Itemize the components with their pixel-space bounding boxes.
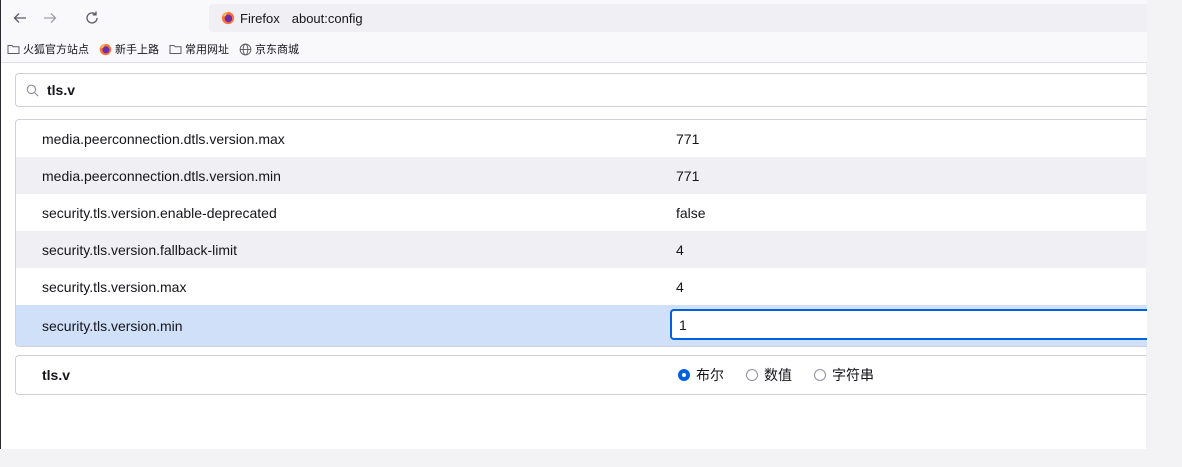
pref-name: security.tls.version.max <box>42 278 187 295</box>
search-input[interactable] <box>45 81 949 99</box>
back-button[interactable] <box>7 5 33 31</box>
pref-value[interactable]: 4 <box>676 279 684 295</box>
pref-name: media.peerconnection.dtls.version.max <box>42 130 285 147</box>
radio-label: 数值 <box>764 367 792 383</box>
pref-value[interactable]: 4 <box>676 242 684 258</box>
pref-type-radio-group: 布尔 数值 字符串 <box>678 365 896 385</box>
bookmark-label: 常用网址 <box>185 43 229 56</box>
pref-row[interactable]: security.tls.version.fallback-limit 4 <box>16 231 1147 268</box>
bookmark-label: 火狐官方站点 <box>23 43 89 56</box>
pref-row[interactable]: media.peerconnection.dtls.version.min 77… <box>16 157 1147 194</box>
pref-row[interactable]: security.tls.version.enable-deprecated f… <box>16 194 1147 231</box>
new-pref-name: tls.v <box>42 367 71 383</box>
pref-search-box[interactable] <box>15 73 1147 107</box>
pref-value[interactable]: 771 <box>676 168 699 184</box>
add-pref-row: tls.v 布尔 数值 字符串 <box>15 355 1147 395</box>
pref-value[interactable]: 771 <box>676 131 699 147</box>
folder-icon <box>169 45 182 54</box>
bookmark-item-1[interactable]: 新手上路 <box>99 39 159 59</box>
radio-unchecked-icon <box>814 369 826 381</box>
pref-row[interactable]: media.peerconnection.dtls.version.max 77… <box>16 120 1147 157</box>
pref-row-selected[interactable]: security.tls.version.min <box>16 305 1147 346</box>
reload-icon <box>86 11 98 24</box>
nav-bar: Firefox about:config <box>1 0 1147 36</box>
radio-boolean[interactable]: 布尔 <box>678 365 724 385</box>
folder-icon <box>7 45 20 54</box>
identity-box[interactable]: Firefox <box>221 8 288 28</box>
pref-name: security.tls.version.enable-deprecated <box>42 204 277 221</box>
radio-unchecked-icon <box>746 369 758 381</box>
radio-number[interactable]: 数值 <box>746 365 792 385</box>
url-text[interactable]: about:config <box>292 11 363 26</box>
radio-label: 字符串 <box>832 367 874 383</box>
search-icon <box>26 84 39 96</box>
identity-label: Firefox <box>240 10 280 26</box>
reload-button[interactable] <box>79 5 105 31</box>
bookmark-item-2[interactable]: 常用网址 <box>169 39 229 59</box>
radio-label: 布尔 <box>696 367 724 383</box>
forward-arrow-icon <box>44 13 57 23</box>
radio-string[interactable]: 字符串 <box>814 365 874 385</box>
firefox-icon <box>99 43 112 55</box>
bookmark-label: 京东商城 <box>255 43 299 56</box>
firefox-icon <box>221 11 235 25</box>
pref-edit-input[interactable] <box>670 309 1147 340</box>
bookmark-label: 新手上路 <box>115 43 159 56</box>
url-bar[interactable]: Firefox about:config <box>209 4 1147 32</box>
browser-window: Firefox about:config 火狐官方站点 新手上路 常用网址 京东… <box>0 0 1147 449</box>
pref-row[interactable]: security.tls.version.max 4 <box>16 268 1147 305</box>
pref-name: media.peerconnection.dtls.version.min <box>42 167 281 184</box>
pref-name: security.tls.version.min <box>42 317 183 334</box>
bookmark-item-3[interactable]: 京东商城 <box>239 39 299 59</box>
forward-button[interactable] <box>37 5 63 31</box>
globe-icon <box>239 43 252 55</box>
pref-value[interactable]: false <box>676 205 706 221</box>
prefs-table: media.peerconnection.dtls.version.max 77… <box>15 119 1147 347</box>
bookmarks-toolbar: 火狐官方站点 新手上路 常用网址 京东商城 <box>1 36 1147 63</box>
pref-name: security.tls.version.fallback-limit <box>42 241 238 258</box>
radio-checked-icon <box>678 369 690 381</box>
back-arrow-icon <box>13 13 26 23</box>
bookmark-item-0[interactable]: 火狐官方站点 <box>7 39 89 59</box>
